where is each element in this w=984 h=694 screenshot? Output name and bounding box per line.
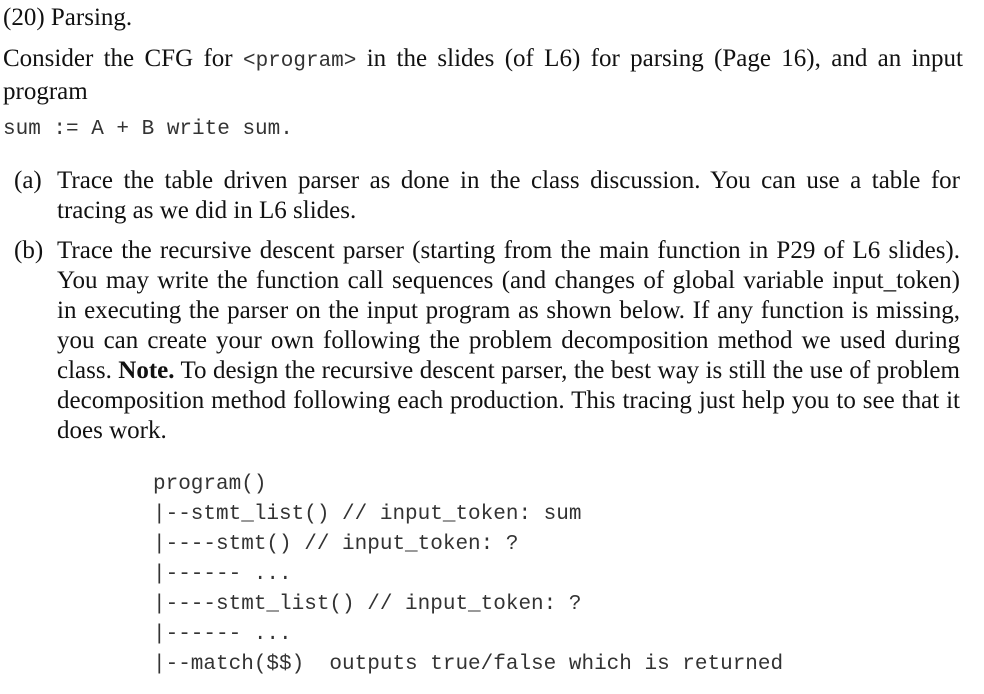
intro-paragraph: Consider the CFG for <program> in the sl…	[3, 44, 963, 107]
note-label: Note.	[118, 357, 175, 384]
trace-line: program()	[153, 473, 267, 496]
input-program-code: sum := A + B write sum.	[3, 118, 293, 141]
sub-question-b: (b) Trace the recursive descent parser (…	[14, 236, 960, 446]
intro-text-before: Consider the CFG for	[3, 45, 243, 72]
sub-question-a-text: Trace the table driven parser as done in…	[57, 167, 960, 224]
trace-line: |----stmt() // input_token: ?	[153, 533, 519, 556]
call-trace-block: program() |--stmt_list() // input_token: …	[153, 470, 783, 680]
trace-line: |------ ...	[153, 563, 292, 586]
sub-question-b-text-note: To design the recursive descent parser, …	[57, 357, 960, 444]
trace-line: |--stmt_list() // input_token: sum	[153, 503, 582, 526]
sub-question-b-label: (b)	[14, 237, 44, 264]
trace-line: |--match($$) outputs true/false which is…	[153, 653, 784, 676]
sub-question-b-text: Trace the recursive descent parser (star…	[57, 236, 960, 446]
sub-question-a: (a) Trace the table driven parser as don…	[14, 166, 960, 226]
trace-line: |----stmt_list() // input_token: ?	[153, 593, 582, 616]
sub-question-a-label: (a)	[14, 167, 42, 194]
problem-heading: (20) Parsing.	[3, 4, 133, 31]
trace-line: |------ ...	[153, 623, 292, 646]
intro-code-program: <program>	[242, 50, 357, 73]
